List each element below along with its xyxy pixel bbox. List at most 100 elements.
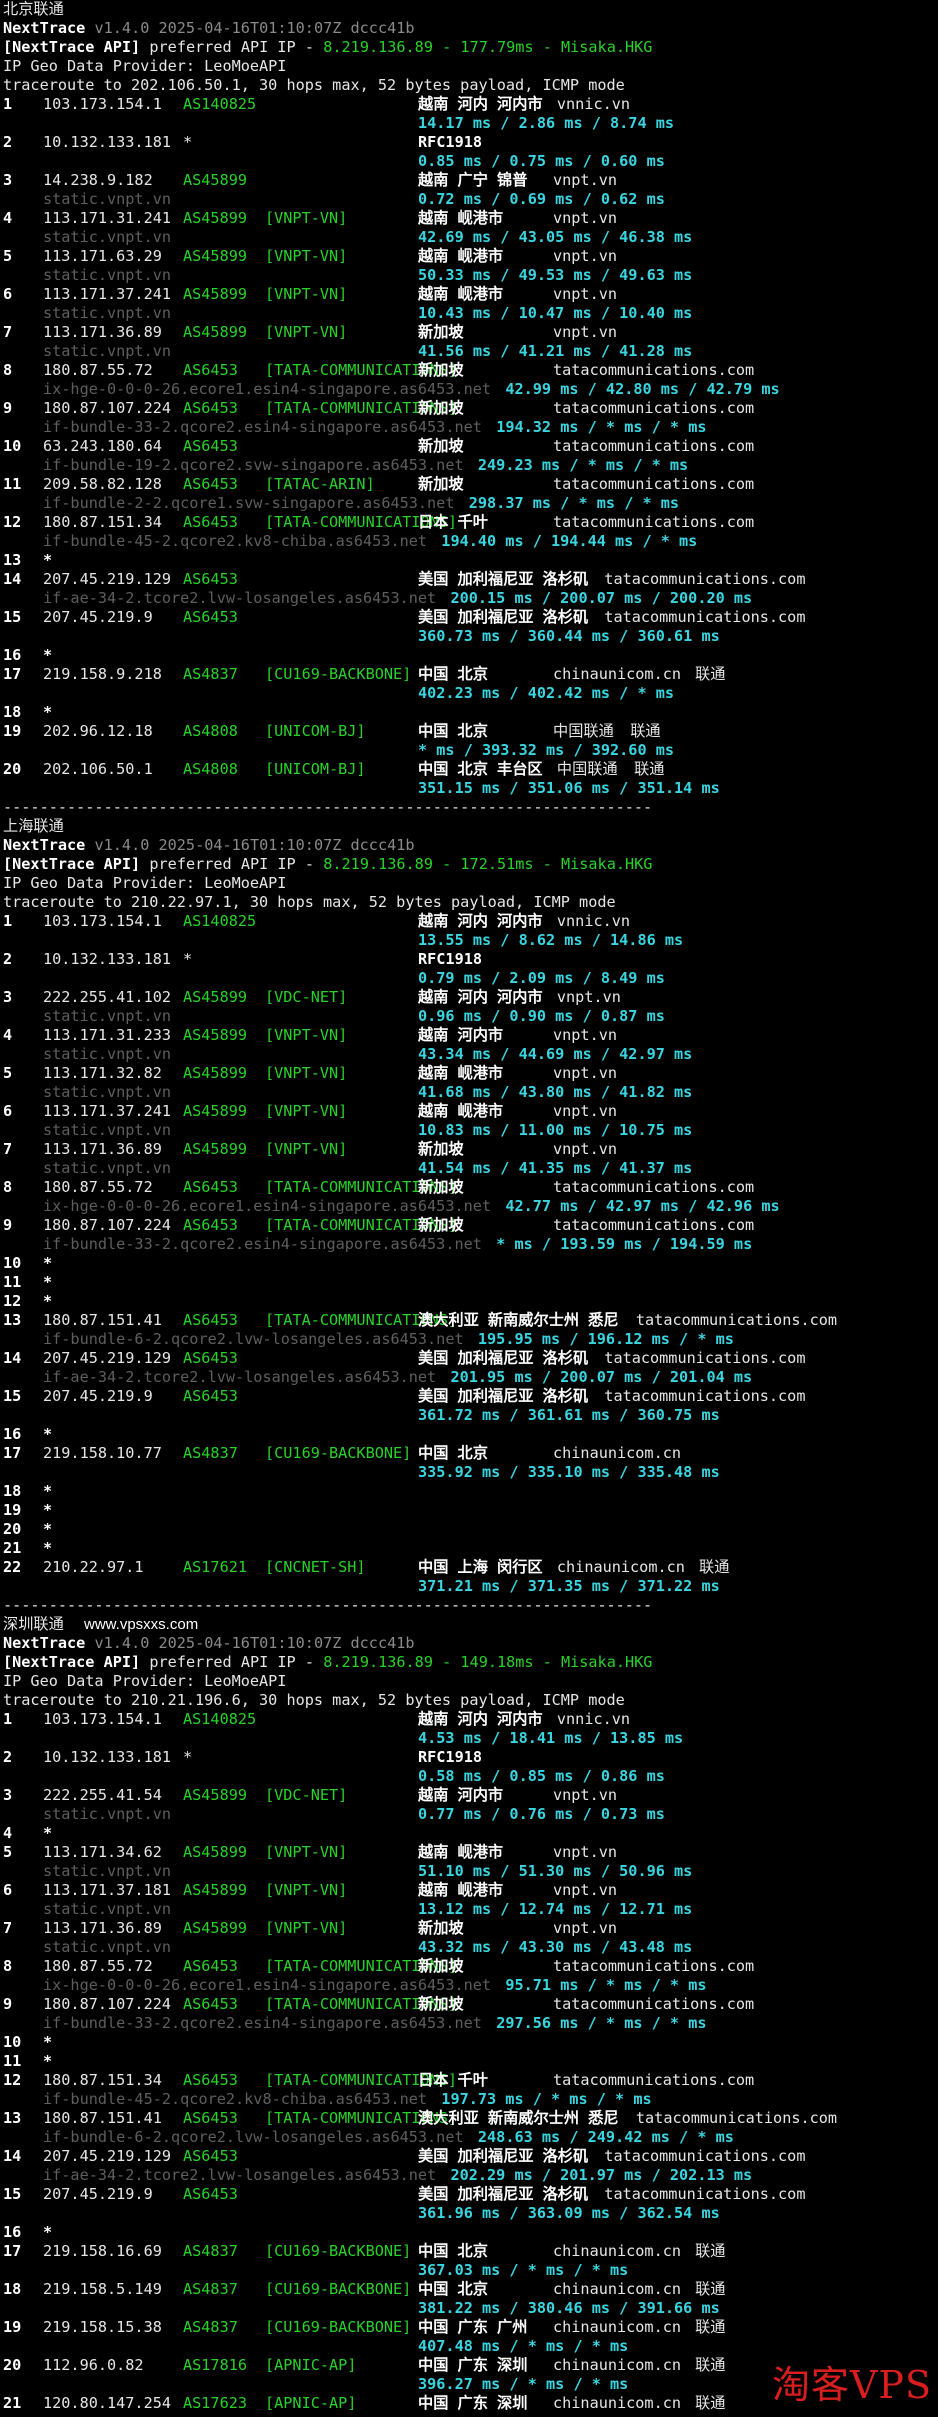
hop-number: 8 bbox=[3, 1957, 13, 1975]
hop-domain: vnpt.vn bbox=[556, 988, 621, 1006]
hop-rdns: static.vnpt.vn bbox=[43, 304, 172, 322]
hop-geo: 日本 千叶 bbox=[418, 513, 488, 531]
timeout-star: * bbox=[43, 1482, 53, 1500]
hop-geo: 美国 加利福尼亚 洛杉矶 bbox=[418, 608, 589, 626]
hop-asn-tag: [VNPT-VN] bbox=[265, 247, 348, 265]
terminal-line: 15 207.45.219.9 AS6453 美国 加利福尼亚 洛杉矶 tatacomm… bbox=[3, 1387, 938, 1406]
hop-ip: 113.171.63.29 bbox=[43, 247, 162, 265]
hop-ip: 219.158.15.38 bbox=[43, 2318, 162, 2336]
line-text: ----------------------------------------… bbox=[3, 798, 653, 816]
hop-asn: AS140825 bbox=[183, 95, 257, 113]
hop-number: 13 bbox=[3, 551, 22, 569]
hop-rdns: static.vnpt.vn bbox=[43, 228, 172, 246]
watermark: 淘客VPS bbox=[771, 2363, 932, 2407]
terminal-line: 11 * bbox=[3, 2052, 938, 2071]
hop-geo: 新加坡 bbox=[418, 1995, 464, 2013]
hop-number: 14 bbox=[3, 2147, 22, 2165]
hop-number: 11 bbox=[3, 2052, 22, 2070]
hop-geo: 美国 加利福尼亚 洛杉矶 bbox=[418, 2147, 589, 2165]
hop-domain: tatacommunications.com bbox=[553, 1957, 755, 1975]
terminal-line: if-bundle-45-2.qcore2.kv8-chiba.as6453.n… bbox=[3, 532, 938, 551]
hop-asn-tag: [CU169-BACKBONE] bbox=[265, 665, 412, 683]
terminal-line: 361.72 ms / 361.61 ms / 360.75 ms bbox=[3, 1406, 938, 1425]
hop-number: 12 bbox=[3, 513, 22, 531]
terminal-line: 9 180.87.107.224 AS6453 [TATA-COMMUNICATION… bbox=[3, 399, 938, 418]
timeout-star: * bbox=[43, 1425, 53, 1443]
hop-asn-tag: [VNPT-VN] bbox=[265, 209, 348, 227]
hop-number: 5 bbox=[3, 1843, 13, 1861]
hop-geo: 越南 岘港市 bbox=[418, 1064, 504, 1082]
hop-rdns: if-bundle-33-2.qcore2.esin4-singapore.as… bbox=[43, 418, 482, 436]
terminal-line: 12 180.87.151.34 AS6453 [TATA-COMMUNICATION… bbox=[3, 513, 938, 532]
terminal-line: 北京联通 bbox=[3, 0, 938, 19]
hop-number: 16 bbox=[3, 1425, 22, 1443]
terminal-line: 19 * bbox=[3, 1501, 938, 1520]
line-text: 8.219.136.89 - 149.18ms - Misaka.HKG bbox=[323, 1653, 653, 1671]
hop-latency: 367.03 ms / * ms / * ms bbox=[418, 2261, 629, 2279]
terminal-line: ----------------------------------------… bbox=[3, 1596, 938, 1615]
hop-number: 20 bbox=[3, 1520, 22, 1538]
hop-number: 12 bbox=[3, 2071, 22, 2089]
hop-rdns: if-bundle-45-2.qcore2.kv8-chiba.as6453.n… bbox=[43, 2090, 428, 2108]
hop-number: 10 bbox=[3, 2033, 22, 2051]
terminal-line: 21 * bbox=[3, 1539, 938, 1558]
hop-rdns: static.vnpt.vn bbox=[43, 1900, 172, 1918]
hop-domain: vnpt.vn bbox=[553, 1064, 618, 1082]
hop-asn: AS45899 bbox=[183, 1843, 248, 1861]
hop-latency: 298.37 ms / * ms / * ms bbox=[468, 494, 680, 512]
terminal-line: 5 113.171.63.29 AS45899 [VNPT-VN] 越南 岘港市 vnpt… bbox=[3, 247, 938, 266]
terminal-line: static.vnpt.vn 42.69 ms / 43.05 ms / 46.3… bbox=[3, 228, 938, 247]
terminal-line: 15 207.45.219.9 AS6453 美国 加利福尼亚 洛杉矶 tatacomm… bbox=[3, 2185, 938, 2204]
hop-rdns: ix-hge-0-0-0-26.ecore1.esin4-singapore.a… bbox=[43, 380, 492, 398]
timeout-star: * bbox=[43, 1254, 53, 1272]
hop-asn: AS6453 bbox=[183, 513, 238, 531]
hop-asn: AS45899 bbox=[183, 1919, 248, 1937]
hop-domain: vnpt.vn bbox=[553, 1786, 618, 1804]
hop-domain: tatacommunications.com bbox=[604, 1387, 806, 1405]
hop-ip: 207.45.219.129 bbox=[43, 570, 172, 588]
terminal-line: 3 222.255.41.54 AS45899 [VDC-NET] 越南 河内市 vnpt… bbox=[3, 1786, 938, 1805]
hop-geo: 美国 加利福尼亚 洛杉矶 bbox=[418, 2185, 589, 2203]
hop-number: 19 bbox=[3, 722, 22, 740]
hop-asn-tag: [VNPT-VN] bbox=[265, 1064, 348, 1082]
line-text: 8.219.136.89 - 177.79ms - Misaka.HKG bbox=[323, 38, 653, 56]
hop-number: 14 bbox=[3, 570, 22, 588]
line-text: traceroute to 210.21.196.6, 30 hops max,… bbox=[3, 1691, 625, 1709]
hop-asn: AS6453 bbox=[183, 1995, 238, 2013]
hop-number: 18 bbox=[3, 1482, 22, 1500]
hop-latency: 402.23 ms / 402.42 ms / * ms bbox=[418, 684, 675, 702]
hop-number: 19 bbox=[3, 1501, 22, 1519]
hop-rdns: if-bundle-45-2.qcore2.kv8-chiba.as6453.n… bbox=[43, 532, 428, 550]
hop-ip: 14.238.9.182 bbox=[43, 171, 153, 189]
hop-asn-tag: [VNPT-VN] bbox=[265, 1026, 348, 1044]
terminal-line: if-bundle-6-2.qcore2.lvw-losangeles.as64… bbox=[3, 1330, 938, 1349]
hop-ip: 207.45.219.129 bbox=[43, 1349, 172, 1367]
hop-asn: AS45899 bbox=[183, 209, 248, 227]
hop-geo: 中国 广东 深圳 bbox=[418, 2356, 528, 2374]
terminal-line: traceroute to 210.21.196.6, 30 hops max,… bbox=[3, 1691, 938, 1710]
terminal-line: 13 180.87.151.41 AS6453 [TATA-COMMUNICATION… bbox=[3, 1311, 938, 1330]
terminal-line: 15 207.45.219.9 AS6453 美国 加利福尼亚 洛杉矶 tatacomm… bbox=[3, 608, 938, 627]
hop-domain: tatacommunications.com bbox=[553, 475, 755, 493]
hop-domain: tatacommunications.com bbox=[604, 570, 806, 588]
hop-ip: 113.171.31.241 bbox=[43, 209, 172, 227]
hop-ip: 207.45.219.9 bbox=[43, 608, 153, 626]
hop-domain: chinaunicom.cn bbox=[553, 2356, 682, 2374]
hop-asn: AS6453 bbox=[183, 608, 238, 626]
hop-ip: 120.80.147.254 bbox=[43, 2394, 172, 2412]
terminal-line: 4 113.171.31.233 AS45899 [VNPT-VN] 越南 河内市 vnp… bbox=[3, 1026, 938, 1045]
hop-domain: 中国联通 bbox=[556, 760, 618, 778]
hop-number: 7 bbox=[3, 323, 13, 341]
hop-ip: 202.106.50.1 bbox=[43, 760, 153, 778]
hop-number: 7 bbox=[3, 1919, 13, 1937]
hop-latency: 194.40 ms / 194.44 ms / * ms bbox=[441, 532, 698, 550]
hop-asn-tag: [VDC-NET] bbox=[265, 988, 348, 1006]
terminal-line: if-bundle-6-2.qcore2.lvw-losangeles.as64… bbox=[3, 2128, 938, 2147]
terminal-line: 8 180.87.55.72 AS6453 [TATA-COMMUNICATIONS]… bbox=[3, 1178, 938, 1197]
hop-geo: 新加坡 bbox=[418, 323, 464, 341]
hop-rdns: if-bundle-33-2.qcore2.esin4-singapore.as… bbox=[43, 2014, 482, 2032]
hop-latency: 10.83 ms / 11.00 ms / 10.75 ms bbox=[418, 1121, 693, 1139]
hop-asn-tag: [VNPT-VN] bbox=[265, 1919, 348, 1937]
hop-latency: 361.72 ms / 361.61 ms / 360.75 ms bbox=[418, 1406, 720, 1424]
hop-ip: 113.171.32.82 bbox=[43, 1064, 162, 1082]
